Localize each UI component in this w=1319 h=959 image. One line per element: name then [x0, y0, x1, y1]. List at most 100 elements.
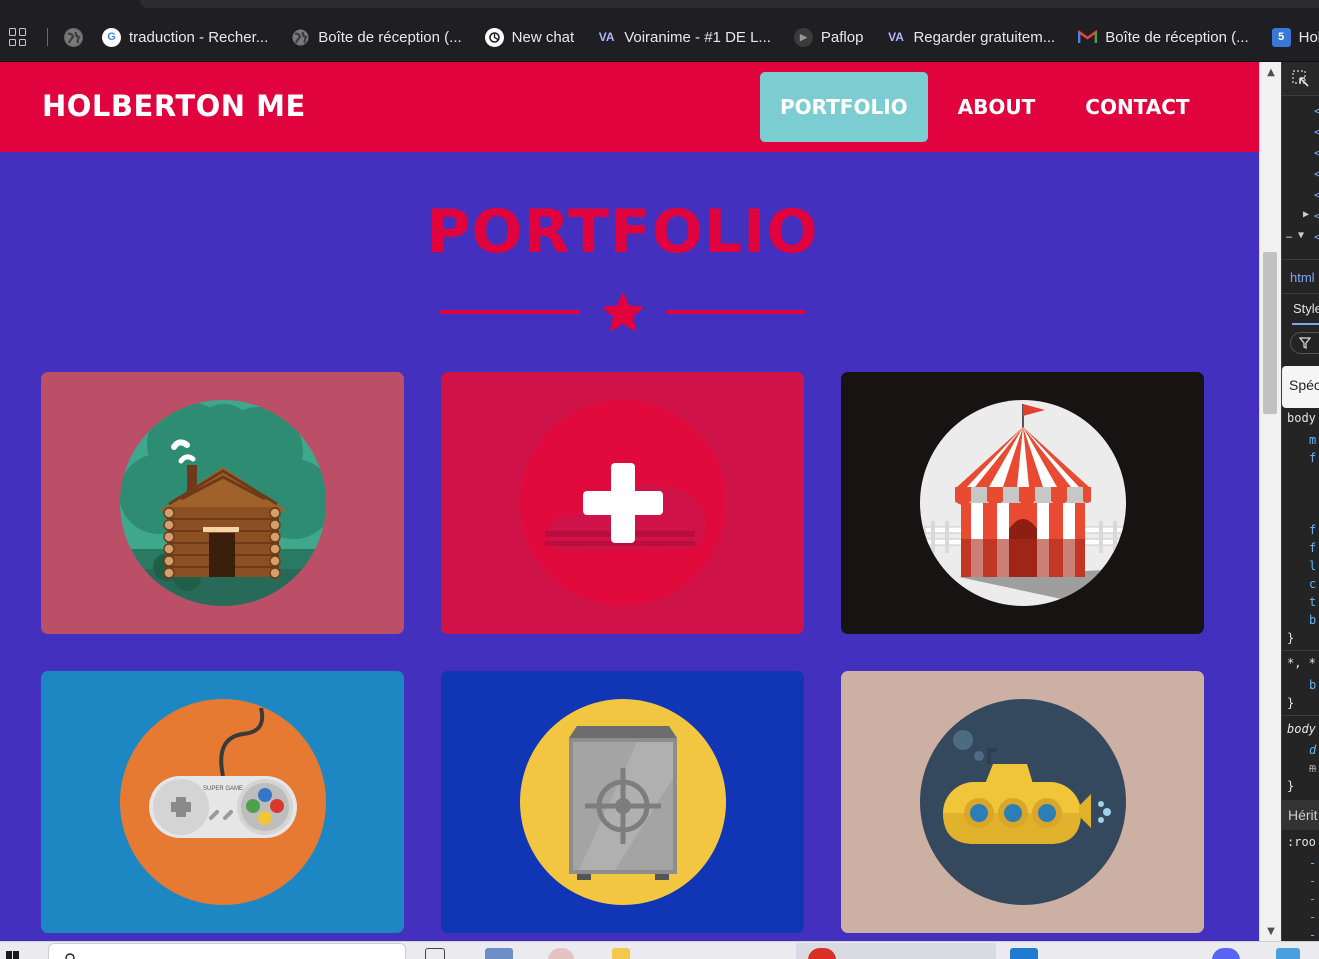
gmail-icon: [1078, 28, 1098, 47]
css-brace: }: [1287, 631, 1295, 645]
expand-arrow-icon[interactable]: ▶: [1303, 209, 1309, 220]
devtools-divider: [1282, 259, 1319, 260]
controller-label: SUPER GAME: [203, 786, 243, 792]
os-taskbar: [0, 941, 1319, 959]
css-selector[interactable]: body: [1287, 722, 1316, 736]
taskbar-search[interactable]: [48, 943, 406, 959]
site-brand[interactable]: HOLBERTON ME: [42, 89, 306, 123]
ambulance-icon: [520, 400, 726, 606]
css-prop: -: [1309, 910, 1317, 924]
css-prop: b: [1309, 678, 1317, 692]
dom-node[interactable]: <: [1314, 167, 1319, 181]
bookmark-label: Boîte de réception (...: [318, 28, 462, 46]
star-icon: [603, 293, 643, 331]
bookmark-7[interactable]: 5 Hol: [1271, 27, 1319, 47]
chatgpt-icon: [484, 27, 504, 47]
portfolio-item-cabin[interactable]: [41, 372, 404, 634]
calendar-icon: 5: [1271, 27, 1291, 47]
bookmark-0[interactable]: G traduction - Recher...: [102, 27, 269, 47]
specificity-tooltip: Spéc: [1282, 366, 1319, 408]
vscode-icon[interactable]: [1010, 948, 1038, 959]
css-prop: m: [1309, 761, 1317, 775]
css-brace: }: [1287, 696, 1295, 710]
css-prop: -: [1309, 928, 1317, 941]
dom-node[interactable]: <: [1314, 230, 1319, 244]
css-selector[interactable]: *, *: [1287, 656, 1316, 670]
bookmark-6[interactable]: Boîte de réception (...: [1078, 28, 1249, 47]
page-scrollbar[interactable]: ▲ ▼: [1259, 62, 1281, 941]
filter-icon: [1299, 337, 1311, 349]
scroll-down-icon[interactable]: ▼: [1260, 921, 1282, 941]
devtools-divider: [1282, 715, 1319, 716]
bookmark-label: Regarder gratuitem...: [913, 28, 1056, 46]
filter-box[interactable]: [1290, 332, 1319, 354]
app-icon[interactable]: [548, 948, 574, 959]
nav-portfolio[interactable]: PORTFOLIO: [760, 72, 928, 142]
file-explorer-icon[interactable]: [485, 948, 513, 959]
google-icon: G: [102, 27, 121, 47]
tab-strip-edge: [140, 0, 1319, 8]
divider-line-right: [666, 310, 806, 314]
css-selector[interactable]: body: [1287, 411, 1316, 425]
more-icon[interactable]: … ▼: [1286, 230, 1304, 241]
dom-node[interactable]: <: [1314, 188, 1319, 202]
dom-node[interactable]: <: [1314, 104, 1319, 118]
bookmarks-separator: [47, 28, 48, 46]
search-icon: [65, 953, 75, 959]
portfolio-item-circus[interactable]: [841, 372, 1204, 634]
tooltip-text: Spéc: [1289, 377, 1319, 393]
scrollbar-thumb[interactable]: [1263, 252, 1277, 414]
page-viewport: HOLBERTON ME PORTFOLIO ABOUT CONTACT POR…: [0, 62, 1259, 941]
dom-node[interactable]: <: [1314, 209, 1319, 223]
portfolio-item-safe[interactable]: [441, 671, 804, 933]
windows-start-icon[interactable]: [6, 951, 20, 959]
bookmark-label: traduction - Recher...: [129, 28, 269, 46]
folder-icon[interactable]: [612, 948, 630, 959]
app-icon[interactable]: [1276, 948, 1300, 959]
bookmark-5[interactable]: VA Regarder gratuitem...: [886, 28, 1055, 47]
globe-icon: [291, 28, 310, 47]
scroll-up-icon[interactable]: ▲: [1260, 62, 1282, 82]
css-prop: f: [1309, 523, 1317, 537]
css-brace: }: [1287, 779, 1295, 793]
title-divider: [440, 288, 806, 338]
globe-icon: [64, 27, 83, 47]
inspect-element-icon[interactable]: [1292, 70, 1310, 88]
taskview-icon[interactable]: [425, 948, 445, 959]
css-prop: f: [1309, 541, 1317, 555]
bookmark-4[interactable]: ▶ Paflop: [793, 27, 864, 47]
css-prop: d: [1309, 743, 1317, 757]
css-prop: c: [1309, 577, 1317, 591]
css-prop: -: [1309, 892, 1317, 906]
css-prop: -: [1309, 874, 1317, 888]
bookmark-label: New chat: [511, 28, 575, 46]
bookmark-2[interactable]: New chat: [484, 27, 575, 47]
portfolio-item-submarine[interactable]: [841, 671, 1204, 933]
devtools-divider: [1282, 293, 1319, 294]
tab-active-indicator: [1292, 323, 1319, 325]
portfolio-item-controller[interactable]: SUPER GAME: [41, 671, 404, 933]
portfolio-item-ambulance[interactable]: [441, 372, 804, 634]
voiranime-icon: VA: [598, 30, 615, 44]
inherited-label: Hérit: [1288, 807, 1318, 823]
nav-about[interactable]: ABOUT: [938, 72, 1056, 142]
devtools-panel: < < < < < ▶ < … ▼ < html Style Spéc body…: [1281, 62, 1319, 941]
bookmark-3[interactable]: VA Voiranime - #1 DE L...: [597, 28, 771, 47]
bookmark-label: Paflop: [820, 28, 864, 46]
breadcrumb-html[interactable]: html: [1290, 270, 1315, 285]
play-icon: ▶: [793, 27, 813, 47]
css-prop: l: [1309, 559, 1317, 573]
voiranime-icon: VA: [888, 30, 904, 44]
dom-node[interactable]: <: [1314, 146, 1319, 160]
bookmark-globe[interactable]: [64, 27, 83, 47]
dom-node[interactable]: <: [1314, 125, 1319, 139]
discord-icon[interactable]: [1212, 948, 1240, 959]
apps-grid-icon[interactable]: [9, 28, 27, 46]
nav-contact[interactable]: CONTACT: [1065, 72, 1209, 142]
bookmark-label: Hol: [1298, 28, 1319, 46]
bookmarks-row: G traduction - Recher... Boîte de récept…: [0, 22, 1319, 52]
tab-styles[interactable]: Style: [1293, 301, 1319, 316]
bookmarks-bar: G traduction - Recher... Boîte de récept…: [0, 0, 1319, 62]
css-selector[interactable]: :roo: [1287, 835, 1316, 849]
bookmark-1[interactable]: Boîte de réception (...: [291, 28, 462, 47]
